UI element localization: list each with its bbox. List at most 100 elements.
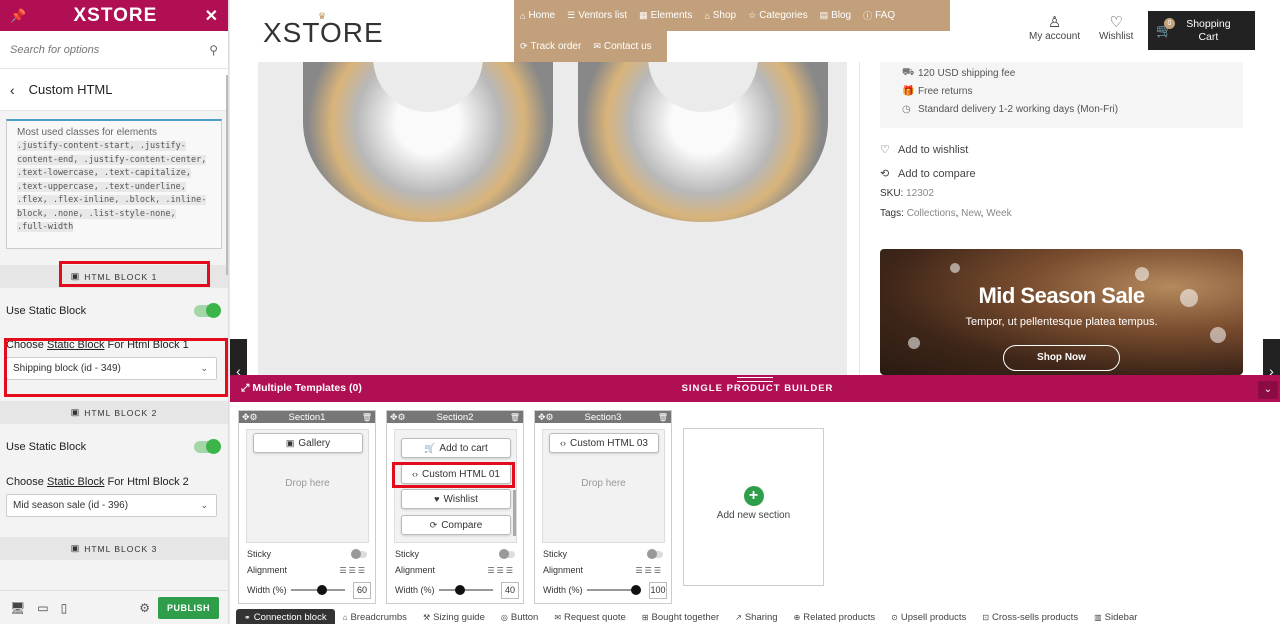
close-icon[interactable]: ✕ <box>205 6 218 26</box>
wishlist-link[interactable]: ♡ Wishlist <box>1099 15 1133 43</box>
nav-label: Categories <box>759 10 808 21</box>
nav-item-categories[interactable]: ☆ Categories <box>742 10 813 21</box>
static-block-link[interactable]: Static Block <box>47 476 104 488</box>
tab-button[interactable]: ◎ Button <box>493 609 546 624</box>
element-compare[interactable]: ⟳ Compare <box>401 515 511 535</box>
section-header[interactable]: ✥⚙ Section1 🗑 <box>239 411 375 423</box>
element-wishlist[interactable]: ♥ Wishlist <box>401 489 511 509</box>
slider-knob[interactable] <box>630 585 641 595</box>
nav-label: Track order <box>530 41 582 52</box>
trash-icon[interactable]: 🗑 <box>658 413 668 422</box>
drag-handle-icon[interactable] <box>737 377 773 382</box>
width-value[interactable]: 60 <box>353 581 371 599</box>
nav-item-blog[interactable]: ▤ Blog <box>814 10 858 21</box>
tab-bought-together[interactable]: ⊞ Bought together <box>634 609 727 624</box>
tab-related-products[interactable]: ⊕ Related products <box>786 609 884 624</box>
choose-static-label-2: Choose Static Block For Html Block 2 <box>0 476 228 488</box>
tab-sharing[interactable]: ↗ Sharing <box>727 609 785 624</box>
tag-link[interactable]: Collections <box>907 208 956 219</box>
section-header[interactable]: ✥⚙ Section2 🗑 <box>387 411 523 423</box>
width-slider[interactable] <box>290 585 345 595</box>
mobile-icon[interactable]: ▯ <box>61 601 68 615</box>
sticky-toggle[interactable] <box>351 548 367 559</box>
tag-link[interactable]: New <box>961 208 980 219</box>
tab-cross-sells-products[interactable]: ⊡ Cross-sells products <box>974 609 1086 624</box>
class-line: .flex, .flex-inline, .block, .inline- <box>17 195 207 205</box>
move-gear-icon[interactable]: ✥⚙ <box>390 412 406 423</box>
search-icon[interactable]: ⚲ <box>209 43 218 57</box>
tablet-icon[interactable]: ▭ <box>37 601 48 615</box>
nav-item-track[interactable]: ⟳ Track order <box>514 41 587 52</box>
option-label: Alignment <box>395 565 436 575</box>
nav-item-elements[interactable]: ▦ Elements <box>633 10 698 21</box>
alignment-icons[interactable]: ☰☰☰ <box>635 566 663 575</box>
nav-item-contact[interactable]: ✉ Contact us <box>587 41 657 52</box>
shipping-block: ⛟ 120 USD shipping fee 🎁 Free returns ◷ Sta… <box>880 62 1243 128</box>
option-label: Width (%) <box>543 585 583 595</box>
alignment-icons[interactable]: ☰☰☰ <box>487 566 515 575</box>
tab-upsell-products[interactable]: ⊙ Upsell products <box>883 609 974 624</box>
product-image[interactable] <box>258 62 847 375</box>
alignment-icons[interactable]: ☰☰☰ <box>339 566 367 575</box>
heading-label: HTML BLOCK 2 <box>84 407 158 418</box>
shop-now-button[interactable]: Shop Now <box>1003 345 1120 371</box>
chevron-down-icon: ⌄ <box>200 500 208 510</box>
width-slider[interactable] <box>438 585 493 595</box>
section-scrollbar[interactable] <box>513 490 516 536</box>
section-dropzone[interactable]: ‹› Custom HTML 03 Drop here <box>542 429 665 543</box>
section-dropzone[interactable]: ▣ Gallery Drop here <box>246 429 369 543</box>
nav-item-shop[interactable]: ⌂ Shop <box>698 10 742 21</box>
site-logo[interactable]: XSTORE ♛ <box>263 11 384 49</box>
tab-sizing-guide[interactable]: ⚒ Sizing guide <box>415 609 493 624</box>
publish-button[interactable]: PUBLISH <box>157 596 219 619</box>
cart-label: Shopping Cart <box>1186 18 1230 44</box>
shop-icon: ⌂ <box>704 10 710 21</box>
option-label: Sticky <box>395 549 420 559</box>
panel-scrollbar[interactable] <box>226 75 228 275</box>
trash-icon[interactable]: 🗑 <box>510 413 520 422</box>
width-value[interactable]: 100 <box>649 581 667 599</box>
section-2: ✥⚙ Section2 🗑 🛒 Add to cart ‹› Custom HTML… <box>386 410 524 604</box>
nav-item-faq[interactable]: ⓘ FAQ <box>857 9 901 22</box>
tab-connection-block[interactable]: ⚭ Connection block <box>236 609 335 624</box>
static-block-select-2[interactable]: Mid season sale (id - 396) ⌄ <box>6 494 217 517</box>
move-gear-icon[interactable]: ✥⚙ <box>538 412 554 423</box>
trash-icon[interactable]: 🗑 <box>362 413 372 422</box>
element-add-to-cart[interactable]: 🛒 Add to cart <box>401 438 511 458</box>
sticky-toggle[interactable] <box>499 548 515 559</box>
slider-knob[interactable] <box>454 585 465 595</box>
desktop-icon[interactable]: 🖥 <box>10 601 25 615</box>
grid-icon: ▦ <box>639 10 648 20</box>
element-gallery[interactable]: ▣ Gallery <box>253 433 363 453</box>
static-block-toggle-1[interactable] <box>194 303 221 318</box>
tab-sidebar[interactable]: ▥ Sidebar <box>1086 609 1145 624</box>
add-to-wishlist-link[interactable]: ♡ Add to wishlist <box>880 143 968 157</box>
element-custom-html-03[interactable]: ‹› Custom HTML 03 <box>549 433 659 453</box>
tag-link[interactable]: Week <box>986 208 1011 219</box>
account-link[interactable]: ♙ My account <box>1029 15 1080 43</box>
search-input[interactable] <box>10 43 210 56</box>
back-row[interactable]: ‹ Custom HTML <box>0 69 228 111</box>
slider-knob[interactable] <box>316 585 327 595</box>
sticky-toggle[interactable] <box>647 548 663 559</box>
pin-icon[interactable]: 📌 <box>10 8 26 24</box>
bokeh-dot <box>950 263 960 273</box>
add-to-compare-link[interactable]: ⟲ Add to compare <box>880 167 976 181</box>
nav-label: FAQ <box>875 10 896 21</box>
nav-item-ventors[interactable]: ☰ Ventors list <box>561 10 633 21</box>
info-icon: ⓘ <box>863 11 873 21</box>
nav-item-home[interactable]: ⌂ Home <box>514 10 561 21</box>
add-new-section-button[interactable]: + Add new section <box>683 428 824 586</box>
move-gear-icon[interactable]: ✥⚙ <box>242 412 258 423</box>
chevron-left-icon[interactable]: ‹ <box>10 82 15 98</box>
width-value[interactable]: 40 <box>501 581 519 599</box>
shopping-cart-button[interactable]: 🛒 0 Shopping Cart <box>1148 11 1255 50</box>
static-block-toggle-2[interactable] <box>194 439 221 454</box>
width-slider[interactable] <box>586 585 641 595</box>
chevron-down-icon[interactable]: ⌄ <box>1258 381 1278 399</box>
gear-icon[interactable]: ⚙ <box>139 601 150 615</box>
section-header[interactable]: ✥⚙ Section3 🗑 <box>535 411 671 423</box>
tab-request-quote[interactable]: ✉ Request quote <box>546 609 634 624</box>
nav-row-1: ⌂ Home ☰ Ventors list ▦ Elements ⌂ Shop ☆ Cat… <box>514 0 950 31</box>
tab-breadcrumbs[interactable]: ⌂ Breadcrumbs <box>335 609 415 624</box>
